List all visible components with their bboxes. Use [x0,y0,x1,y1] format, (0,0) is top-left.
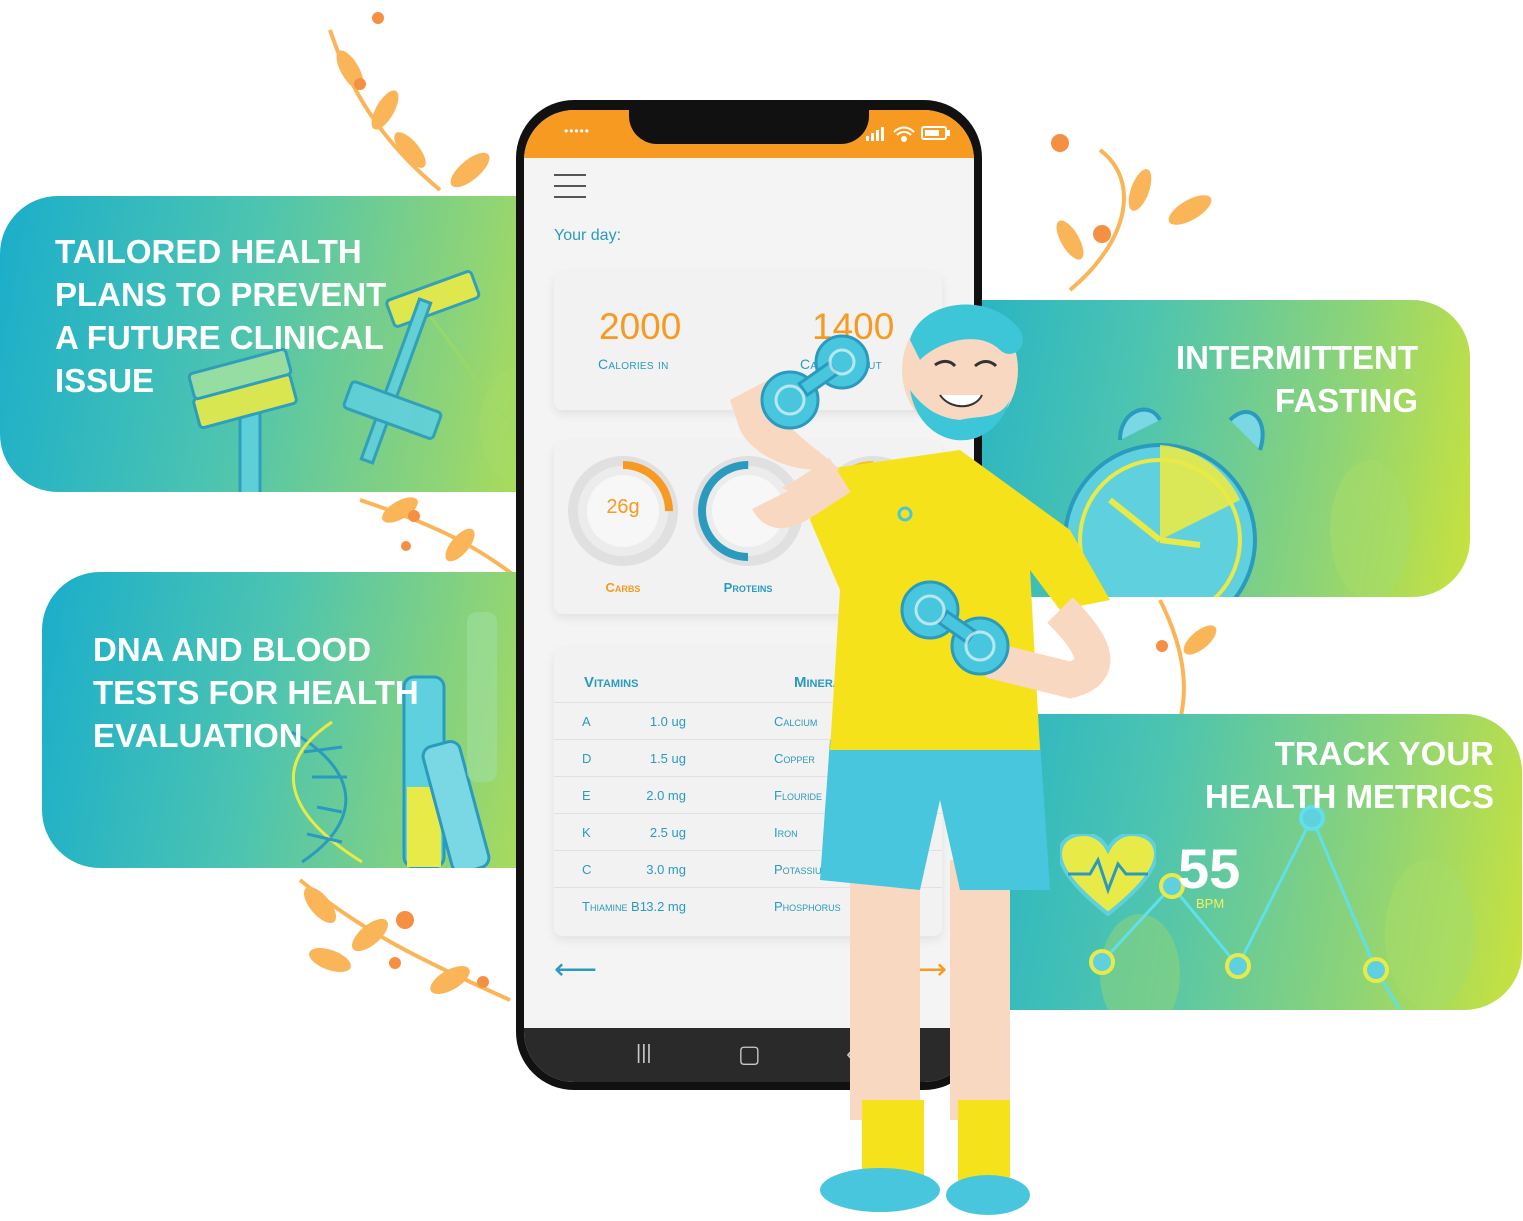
carrier-dots: ••••• [564,124,591,138]
battery-icon [921,126,950,140]
vitamin-name: K [582,825,591,840]
card-title: TRACK YOUR HEALTH METRICS [1204,735,1494,815]
macro-carbs[interactable]: 26g Carbs [566,454,680,604]
hamburger-menu-icon[interactable] [554,174,586,202]
vitamin-name: D [582,751,592,766]
phone-notch [629,110,869,144]
signal-icon [866,127,884,141]
vitamin-name: C [582,862,592,877]
carbs-value: 26g [606,496,640,518]
calories-in-value: 2000 [599,306,682,347]
day-label: Your day: [554,227,622,244]
vitamin-amount: 2.5 ug [649,825,686,840]
man-lifting-dumbbells-illustration [730,304,1111,1215]
vitamin-name: Thiamine B1 [582,899,647,914]
card-title: INTERMITTENT FASTING [1176,339,1418,419]
wifi-icon [893,126,915,142]
vitamin-name: A [582,714,591,729]
bpm-unit: BPM [1196,896,1225,911]
feature-card-health-plans: TAILORED HEALTH PLANS TO PREVENT A FUTUR… [0,196,600,492]
prev-arrow-icon[interactable]: ⟵ [554,952,597,987]
vitamin-amount: 3.0 mg [646,862,686,877]
vitamin-amount: 1.0 ug [649,714,686,729]
vitamins-header: Vitamins [584,674,639,691]
card-title: DNA AND BLOOD TESTS FOR HEALTH EVALUATIO… [93,631,419,754]
status-icons [866,126,950,142]
vitamin-amount: 3.2 mg [646,899,686,914]
card-title: TAILORED HEALTH PLANS TO PREVENT A FUTUR… [55,233,387,399]
calories-in-label: Calories in [598,356,669,372]
carbs-label: Carbs [605,580,641,595]
vitamin-amount: 2.0 mg [646,788,686,803]
bpm-value: 55 [1178,837,1241,900]
vitamin-amount: 1.5 ug [649,751,686,766]
recents-button[interactable]: ||| [636,1042,652,1065]
vitamin-name: E [582,788,591,803]
